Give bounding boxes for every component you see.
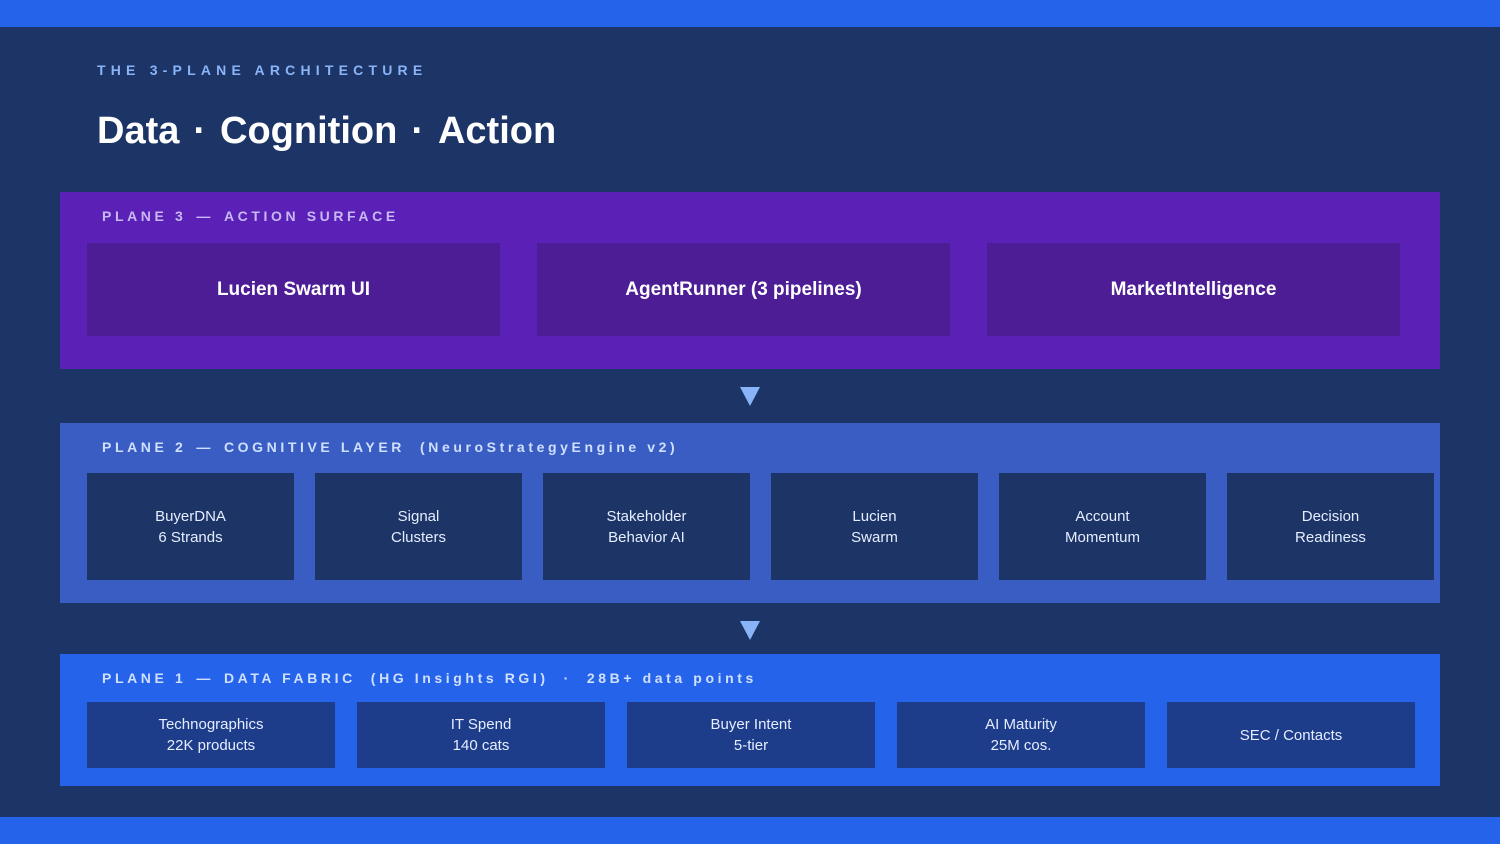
- item-line1: IT Spend: [450, 716, 512, 733]
- item-line1: Stakeholder: [606, 507, 687, 525]
- title-separator: ·: [411, 110, 424, 152]
- plane-1-data-fabric: PLANE 1 — DATA FABRIC (HG Insights RGI) · …: [60, 654, 1440, 786]
- plane-number: PLANE 1: [102, 670, 187, 686]
- item-line1: Lucien: [852, 507, 897, 525]
- eyebrow-label: THE 3-PLANE ARCHITECTURE: [97, 62, 428, 78]
- plane-name: COGNITIVE LAYER (NeuroStrategyEngine v2): [223, 439, 679, 455]
- title-cognition: Cognition: [220, 110, 398, 152]
- item-line2: Swarm: [851, 528, 898, 546]
- title-action: Action: [437, 110, 557, 152]
- data-item-sec-contacts: SEC / Contacts: [1167, 702, 1415, 768]
- plane-number: PLANE 2: [102, 439, 187, 455]
- item-line1: SEC / Contacts: [1239, 726, 1343, 744]
- item-line1: Signal: [397, 507, 440, 525]
- item-line2: 140 cats: [452, 737, 510, 754]
- plane-name: DATA FABRIC (HG Insights RGI) · 28B+ dat…: [223, 670, 757, 686]
- bottom-accent-band: [0, 817, 1500, 844]
- action-item-marketintelligence: MarketIntelligence: [987, 243, 1400, 336]
- item-line1: Account: [1075, 507, 1130, 525]
- down-triangle-icon: [740, 387, 760, 406]
- item-line2: 22K products: [166, 737, 256, 754]
- action-item-lucien-swarm-ui: Lucien Swarm UI: [87, 243, 500, 336]
- item-line1: BuyerDNA: [155, 507, 226, 525]
- data-item-buyer-intent: Buyer Intent 5-tier: [627, 702, 875, 768]
- page-title: Data · Cognition · Action: [97, 110, 556, 153]
- cognitive-item-account-momentum: Account Momentum: [999, 473, 1206, 580]
- plane-dash: —: [196, 670, 214, 686]
- item-line2: 25M cos.: [990, 737, 1052, 754]
- plane-number: PLANE 3: [102, 208, 187, 224]
- plane-1-label: PLANE 1 — DATA FABRIC (HG Insights RGI) · …: [102, 670, 757, 686]
- item-line2: Momentum: [1064, 528, 1141, 546]
- cognitive-item-decision-readiness: Decision Readiness: [1227, 473, 1434, 580]
- item-line2: Clusters: [390, 528, 446, 546]
- plane-name: ACTION SURFACE: [223, 208, 399, 224]
- plane-dash: —: [196, 439, 214, 455]
- item-line1: Buyer Intent: [710, 716, 792, 733]
- item-line2: Readiness: [1295, 528, 1366, 546]
- title-separator: ·: [193, 110, 207, 152]
- item-line1: Decision: [1301, 507, 1360, 525]
- item-line1: AI Maturity: [985, 716, 1057, 733]
- down-triangle-icon: [740, 621, 760, 640]
- data-item-ai-maturity: AI Maturity 25M cos.: [897, 702, 1145, 768]
- title-data: Data: [97, 110, 180, 152]
- item-line2: 6 Strands: [158, 528, 223, 546]
- data-item-technographics: Technographics 22K products: [87, 702, 335, 768]
- item-line1: Technographics: [158, 716, 264, 733]
- plane-3-label: PLANE 3 — ACTION SURFACE: [102, 208, 399, 224]
- plane-3-action-surface: PLANE 3 — ACTION SURFACE Lucien Swarm UI A…: [60, 192, 1440, 369]
- item-line2: Behavior AI: [608, 528, 685, 546]
- plane-2-label: PLANE 2 — COGNITIVE LAYER (NeuroStrategyEn…: [102, 439, 678, 455]
- action-item-agentrunner: AgentRunner (3 pipelines): [537, 243, 950, 336]
- cognitive-item-lucien-swarm: Lucien Swarm: [771, 473, 978, 580]
- plane-2-cognitive-layer: PLANE 2 — COGNITIVE LAYER (NeuroStrategyEn…: [60, 423, 1440, 603]
- top-accent-band: [0, 0, 1500, 27]
- plane-dash: —: [196, 208, 214, 224]
- data-item-it-spend: IT Spend 140 cats: [357, 702, 605, 768]
- cognitive-item-buyerdna: BuyerDNA 6 Strands: [87, 473, 294, 580]
- cognitive-item-signal-clusters: Signal Clusters: [315, 473, 522, 580]
- cognitive-item-stakeholder-behavior: Stakeholder Behavior AI: [543, 473, 750, 580]
- item-line2: 5-tier: [733, 737, 769, 754]
